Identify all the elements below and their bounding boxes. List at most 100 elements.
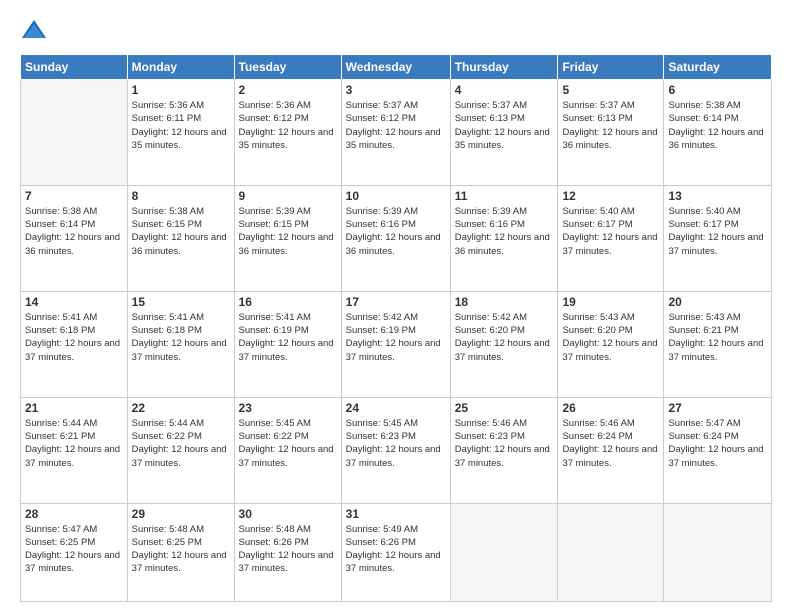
calendar-cell: 6 Sunrise: 5:38 AMSunset: 6:14 PMDayligh… bbox=[664, 80, 772, 186]
calendar-cell: 14 Sunrise: 5:41 AMSunset: 6:18 PMDaylig… bbox=[21, 291, 128, 397]
calendar-table: SundayMondayTuesdayWednesdayThursdayFrid… bbox=[20, 54, 772, 602]
calendar-header-saturday: Saturday bbox=[664, 55, 772, 80]
day-info: Sunrise: 5:44 AMSunset: 6:22 PMDaylight:… bbox=[132, 417, 230, 470]
calendar-cell: 15 Sunrise: 5:41 AMSunset: 6:18 PMDaylig… bbox=[127, 291, 234, 397]
day-info: Sunrise: 5:43 AMSunset: 6:20 PMDaylight:… bbox=[562, 311, 659, 364]
calendar-cell: 24 Sunrise: 5:45 AMSunset: 6:23 PMDaylig… bbox=[341, 397, 450, 503]
day-info: Sunrise: 5:40 AMSunset: 6:17 PMDaylight:… bbox=[668, 205, 767, 258]
calendar-header-wednesday: Wednesday bbox=[341, 55, 450, 80]
day-number: 2 bbox=[239, 83, 337, 97]
calendar-header-sunday: Sunday bbox=[21, 55, 128, 80]
calendar-header-thursday: Thursday bbox=[450, 55, 558, 80]
calendar-header-monday: Monday bbox=[127, 55, 234, 80]
day-number: 9 bbox=[239, 189, 337, 203]
day-number: 4 bbox=[455, 83, 554, 97]
day-info: Sunrise: 5:38 AMSunset: 6:14 PMDaylight:… bbox=[25, 205, 123, 258]
day-info: Sunrise: 5:39 AMSunset: 6:16 PMDaylight:… bbox=[346, 205, 446, 258]
calendar-cell: 12 Sunrise: 5:40 AMSunset: 6:17 PMDaylig… bbox=[558, 185, 664, 291]
day-info: Sunrise: 5:38 AMSunset: 6:14 PMDaylight:… bbox=[668, 99, 767, 152]
day-info: Sunrise: 5:39 AMSunset: 6:15 PMDaylight:… bbox=[239, 205, 337, 258]
day-info: Sunrise: 5:40 AMSunset: 6:17 PMDaylight:… bbox=[562, 205, 659, 258]
page: SundayMondayTuesdayWednesdayThursdayFrid… bbox=[0, 0, 792, 612]
calendar-week-row: 14 Sunrise: 5:41 AMSunset: 6:18 PMDaylig… bbox=[21, 291, 772, 397]
calendar-cell: 10 Sunrise: 5:39 AMSunset: 6:16 PMDaylig… bbox=[341, 185, 450, 291]
day-number: 18 bbox=[455, 295, 554, 309]
logo bbox=[20, 16, 52, 44]
day-number: 27 bbox=[668, 401, 767, 415]
day-number: 7 bbox=[25, 189, 123, 203]
calendar-cell: 23 Sunrise: 5:45 AMSunset: 6:22 PMDaylig… bbox=[234, 397, 341, 503]
calendar-cell: 22 Sunrise: 5:44 AMSunset: 6:22 PMDaylig… bbox=[127, 397, 234, 503]
calendar-week-row: 1 Sunrise: 5:36 AMSunset: 6:11 PMDayligh… bbox=[21, 80, 772, 186]
day-info: Sunrise: 5:49 AMSunset: 6:26 PMDaylight:… bbox=[346, 523, 446, 576]
day-number: 5 bbox=[562, 83, 659, 97]
calendar-cell: 1 Sunrise: 5:36 AMSunset: 6:11 PMDayligh… bbox=[127, 80, 234, 186]
day-info: Sunrise: 5:38 AMSunset: 6:15 PMDaylight:… bbox=[132, 205, 230, 258]
day-info: Sunrise: 5:47 AMSunset: 6:25 PMDaylight:… bbox=[25, 523, 123, 576]
day-number: 20 bbox=[668, 295, 767, 309]
day-number: 1 bbox=[132, 83, 230, 97]
day-number: 29 bbox=[132, 507, 230, 521]
calendar-cell: 31 Sunrise: 5:49 AMSunset: 6:26 PMDaylig… bbox=[341, 503, 450, 601]
calendar-cell: 21 Sunrise: 5:44 AMSunset: 6:21 PMDaylig… bbox=[21, 397, 128, 503]
day-info: Sunrise: 5:46 AMSunset: 6:23 PMDaylight:… bbox=[455, 417, 554, 470]
day-number: 19 bbox=[562, 295, 659, 309]
calendar-header-friday: Friday bbox=[558, 55, 664, 80]
calendar-cell: 18 Sunrise: 5:42 AMSunset: 6:20 PMDaylig… bbox=[450, 291, 558, 397]
calendar-cell: 29 Sunrise: 5:48 AMSunset: 6:25 PMDaylig… bbox=[127, 503, 234, 601]
calendar-cell: 19 Sunrise: 5:43 AMSunset: 6:20 PMDaylig… bbox=[558, 291, 664, 397]
calendar-week-row: 21 Sunrise: 5:44 AMSunset: 6:21 PMDaylig… bbox=[21, 397, 772, 503]
calendar-cell: 20 Sunrise: 5:43 AMSunset: 6:21 PMDaylig… bbox=[664, 291, 772, 397]
calendar-cell: 30 Sunrise: 5:48 AMSunset: 6:26 PMDaylig… bbox=[234, 503, 341, 601]
calendar-cell: 3 Sunrise: 5:37 AMSunset: 6:12 PMDayligh… bbox=[341, 80, 450, 186]
calendar-cell bbox=[450, 503, 558, 601]
day-number: 8 bbox=[132, 189, 230, 203]
day-info: Sunrise: 5:41 AMSunset: 6:18 PMDaylight:… bbox=[132, 311, 230, 364]
day-number: 21 bbox=[25, 401, 123, 415]
day-number: 25 bbox=[455, 401, 554, 415]
day-number: 24 bbox=[346, 401, 446, 415]
day-number: 13 bbox=[668, 189, 767, 203]
day-info: Sunrise: 5:36 AMSunset: 6:12 PMDaylight:… bbox=[239, 99, 337, 152]
day-info: Sunrise: 5:43 AMSunset: 6:21 PMDaylight:… bbox=[668, 311, 767, 364]
day-number: 10 bbox=[346, 189, 446, 203]
day-info: Sunrise: 5:41 AMSunset: 6:19 PMDaylight:… bbox=[239, 311, 337, 364]
calendar-cell: 11 Sunrise: 5:39 AMSunset: 6:16 PMDaylig… bbox=[450, 185, 558, 291]
calendar-cell bbox=[21, 80, 128, 186]
day-number: 28 bbox=[25, 507, 123, 521]
day-info: Sunrise: 5:44 AMSunset: 6:21 PMDaylight:… bbox=[25, 417, 123, 470]
calendar-cell: 7 Sunrise: 5:38 AMSunset: 6:14 PMDayligh… bbox=[21, 185, 128, 291]
day-info: Sunrise: 5:42 AMSunset: 6:20 PMDaylight:… bbox=[455, 311, 554, 364]
day-number: 22 bbox=[132, 401, 230, 415]
day-info: Sunrise: 5:47 AMSunset: 6:24 PMDaylight:… bbox=[668, 417, 767, 470]
calendar-cell bbox=[664, 503, 772, 601]
day-number: 30 bbox=[239, 507, 337, 521]
day-number: 16 bbox=[239, 295, 337, 309]
day-number: 17 bbox=[346, 295, 446, 309]
day-number: 6 bbox=[668, 83, 767, 97]
day-number: 23 bbox=[239, 401, 337, 415]
calendar-cell: 8 Sunrise: 5:38 AMSunset: 6:15 PMDayligh… bbox=[127, 185, 234, 291]
calendar-cell: 27 Sunrise: 5:47 AMSunset: 6:24 PMDaylig… bbox=[664, 397, 772, 503]
day-info: Sunrise: 5:41 AMSunset: 6:18 PMDaylight:… bbox=[25, 311, 123, 364]
day-info: Sunrise: 5:45 AMSunset: 6:23 PMDaylight:… bbox=[346, 417, 446, 470]
logo-icon bbox=[20, 16, 48, 44]
calendar-cell: 25 Sunrise: 5:46 AMSunset: 6:23 PMDaylig… bbox=[450, 397, 558, 503]
day-info: Sunrise: 5:37 AMSunset: 6:12 PMDaylight:… bbox=[346, 99, 446, 152]
day-info: Sunrise: 5:42 AMSunset: 6:19 PMDaylight:… bbox=[346, 311, 446, 364]
day-info: Sunrise: 5:46 AMSunset: 6:24 PMDaylight:… bbox=[562, 417, 659, 470]
day-number: 11 bbox=[455, 189, 554, 203]
calendar-cell: 17 Sunrise: 5:42 AMSunset: 6:19 PMDaylig… bbox=[341, 291, 450, 397]
calendar-header-row: SundayMondayTuesdayWednesdayThursdayFrid… bbox=[21, 55, 772, 80]
day-number: 15 bbox=[132, 295, 230, 309]
calendar-cell: 9 Sunrise: 5:39 AMSunset: 6:15 PMDayligh… bbox=[234, 185, 341, 291]
day-number: 14 bbox=[25, 295, 123, 309]
day-info: Sunrise: 5:45 AMSunset: 6:22 PMDaylight:… bbox=[239, 417, 337, 470]
day-info: Sunrise: 5:36 AMSunset: 6:11 PMDaylight:… bbox=[132, 99, 230, 152]
calendar-cell: 16 Sunrise: 5:41 AMSunset: 6:19 PMDaylig… bbox=[234, 291, 341, 397]
day-info: Sunrise: 5:37 AMSunset: 6:13 PMDaylight:… bbox=[562, 99, 659, 152]
day-number: 3 bbox=[346, 83, 446, 97]
calendar-cell: 13 Sunrise: 5:40 AMSunset: 6:17 PMDaylig… bbox=[664, 185, 772, 291]
header bbox=[20, 16, 772, 44]
calendar-cell: 2 Sunrise: 5:36 AMSunset: 6:12 PMDayligh… bbox=[234, 80, 341, 186]
